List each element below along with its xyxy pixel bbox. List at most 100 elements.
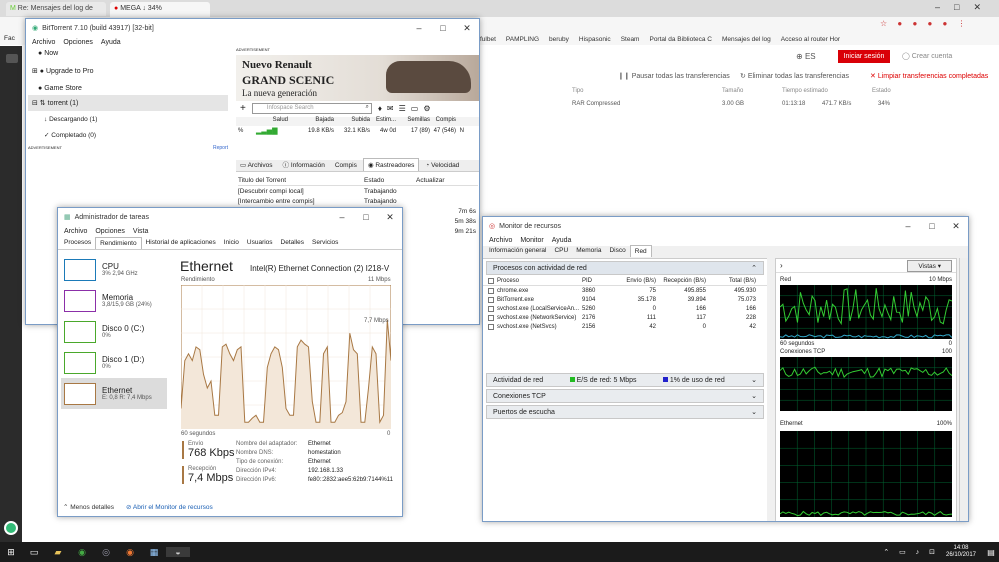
torrent-row[interactable]: % ▂▃▅▇ 19.8 KB/s 32.1 KB/s 4w 0d 17 (89) 47 … (236, 126, 479, 135)
process-row[interactable]: svchost.exe (LocalServiceAn... 5260 0 166 16… (483, 304, 767, 313)
tab-memoria[interactable]: Memoria (572, 245, 605, 257)
cortana-icon[interactable] (4, 521, 18, 535)
clear-completed-button[interactable]: ✕ Limpiar transferencias completadas (870, 72, 988, 80)
bookmark[interactable]: Portal da Biblioteca C (649, 36, 712, 43)
listening-ports-header[interactable]: Puertos de escucha ⌄ (486, 405, 764, 419)
process-row[interactable]: BitTorrent.exe 9104 35.178 39.894 75.073 (483, 295, 767, 304)
chrome-icon[interactable]: ◉ (70, 547, 94, 558)
process-row[interactable]: chrome.exe 3860 75 495.855 495.930 (483, 286, 767, 295)
minimize-button[interactable]: – (407, 19, 431, 37)
add-torrent-button[interactable]: + (240, 103, 246, 114)
perf-item[interactable]: Disco 1 (D:) 0% (61, 347, 167, 378)
menu-item[interactable]: Vista (133, 228, 148, 235)
maximize-button[interactable]: □ (431, 19, 455, 37)
perf-item[interactable]: CPU 3% 2,94 GHz (61, 254, 167, 285)
search-input[interactable]: Infospace Search ⌕ (251, 102, 372, 114)
tab-servicios[interactable]: Servicios (308, 237, 342, 249)
bookmark[interactable]: beruby (549, 36, 569, 43)
tracker-row[interactable]: [Intercambio entre compis] Trabajando (238, 196, 478, 206)
less-details-button[interactable]: ⌃ Menos detalles (63, 503, 114, 511)
col-header[interactable]: Proceso (497, 278, 582, 284)
register-button[interactable]: ◯ Crear cuenta (902, 52, 952, 60)
tree-item[interactable]: ✓ Completado (0) (28, 128, 228, 142)
menu-item[interactable]: Opciones (63, 39, 93, 46)
perf-item[interactable]: Ethernet E: 0,8 R: 7,4 Mbps (61, 378, 167, 409)
task-view-icon[interactable]: ▭ (22, 547, 46, 558)
taskmanager-icon[interactable]: ▦ (142, 547, 166, 558)
minimize-button[interactable]: – (330, 208, 354, 226)
close-button[interactable]: ✕ (455, 19, 479, 37)
maximize-button[interactable]: □ (920, 217, 944, 235)
expand-arrow-icon[interactable]: › (780, 261, 783, 270)
maximize-button[interactable]: □ (354, 208, 378, 226)
expand-icon[interactable]: ⌄ (751, 376, 757, 384)
start-button[interactable]: ⊞ (0, 547, 22, 558)
tracker-row[interactable]: [Descubrir compi local] Trabajando (238, 186, 478, 196)
minimize-button[interactable]: – (896, 217, 920, 235)
col-header[interactable]: Compis (430, 117, 456, 126)
tab-archivos[interactable]: ▭ Archivos (236, 159, 277, 171)
net-activity-header[interactable]: Actividad de red E/S de red: 5 Mbps 1% d… (486, 373, 764, 387)
tab-rendimiento[interactable]: Rendimiento (95, 237, 142, 249)
views-button[interactable]: Vistas ▾ (907, 259, 952, 272)
tab-usuarios[interactable]: Usuarios (243, 237, 277, 249)
process-checkbox[interactable] (488, 323, 494, 330)
tab-red[interactable]: Red (629, 245, 652, 257)
search-icon[interactable]: ⌕ (365, 103, 368, 112)
tcp-connections-header[interactable]: Conexiones TCP ⌄ (486, 389, 764, 403)
net-processes-header[interactable]: Procesos con actividad de red ⌃ (486, 261, 764, 275)
expand-icon[interactable]: ⌄ (751, 392, 757, 400)
tab-velocidad[interactable]: ◔ Velocidad (421, 160, 463, 171)
col-header[interactable]: Estado (364, 177, 416, 184)
delete-all-button[interactable]: ↻ Eliminar todas las transferencias (740, 72, 849, 80)
tab-info[interactable]: ⓘ Información (279, 157, 329, 171)
ad-banner[interactable]: Nuevo Renault GRAND SCENIC La nueva gene… (236, 55, 479, 101)
close-button[interactable]: ✕ (378, 208, 402, 226)
report-link[interactable]: Report (213, 145, 228, 153)
col-header[interactable]: Titulo del Torrent (238, 177, 364, 184)
col-header[interactable]: PID (582, 278, 622, 284)
firefox-icon[interactable]: ◉ (118, 547, 142, 558)
language-selector[interactable]: ⊕ ES (796, 52, 816, 61)
process-row[interactable]: svchost.exe (NetSvcs) 2156 42 0 42 (483, 322, 767, 331)
login-button[interactable]: Iniciar sesión (838, 50, 890, 63)
menu-item[interactable]: Ayuda (101, 39, 121, 46)
menu-item[interactable]: Opciones (95, 228, 125, 235)
collapse-icon[interactable]: ⌃ (751, 264, 757, 272)
tab-compis[interactable]: Compis (331, 160, 361, 171)
browser-tab-active[interactable]: ● MEGA ↓ 34% (110, 2, 210, 17)
tab-inicio[interactable]: Inicio (220, 237, 243, 249)
bookmark[interactable]: Mensajes del log (722, 36, 771, 43)
menu-item[interactable]: Monitor (520, 237, 543, 244)
perf-item[interactable]: Disco 0 (C:) 0% (61, 316, 167, 347)
close-button[interactable]: ✕ (944, 217, 968, 235)
perf-item[interactable]: Memoria 3,8/15,9 GB (24%) (61, 285, 167, 316)
tree-item[interactable]: ⊞ ● Upgrade to Pro (28, 60, 228, 82)
menu-item[interactable]: Ayuda (552, 237, 572, 244)
select-all-checkbox[interactable] (488, 278, 494, 284)
tree-item[interactable]: ● Game Store (28, 82, 228, 95)
bookmark[interactable]: PAMPLING (506, 36, 539, 43)
col-header[interactable]: Actualizar (416, 177, 476, 184)
tab-rastreadores[interactable]: ◉ Rastreadores (362, 158, 420, 171)
notifications-icon[interactable]: ▤ (983, 548, 999, 557)
tree-item-selected[interactable]: ⊟ ⇅ torrent (1) (28, 95, 228, 111)
bookmark[interactable]: Hispasonic (579, 36, 611, 43)
col-header[interactable]: Salud (236, 117, 288, 126)
tree-item[interactable]: ↓ Descargando (1) (28, 111, 228, 128)
explorer-icon[interactable]: ▰ (46, 547, 70, 558)
col-header[interactable]: Total (B/s) (706, 278, 756, 284)
scrollbar[interactable] (959, 258, 968, 521)
tab-procesos[interactable]: Procesos (60, 237, 95, 249)
browser-tab[interactable]: M Re: Mensajes del log de (6, 2, 106, 16)
sidebar-folder-icon[interactable] (6, 54, 18, 63)
menu-item[interactable]: Archivo (32, 39, 55, 46)
bookmark[interactable]: Fac (4, 35, 15, 42)
expand-icon[interactable]: ⌄ (751, 408, 757, 416)
bookmark[interactable]: fulbet (480, 36, 496, 43)
col-header[interactable]: Subida (334, 117, 370, 126)
col-header[interactable]: Bajada (288, 117, 334, 126)
process-checkbox[interactable] (488, 296, 494, 303)
tab-cpu[interactable]: CPU (550, 245, 572, 257)
tab-overview[interactable]: Información general (485, 245, 550, 257)
